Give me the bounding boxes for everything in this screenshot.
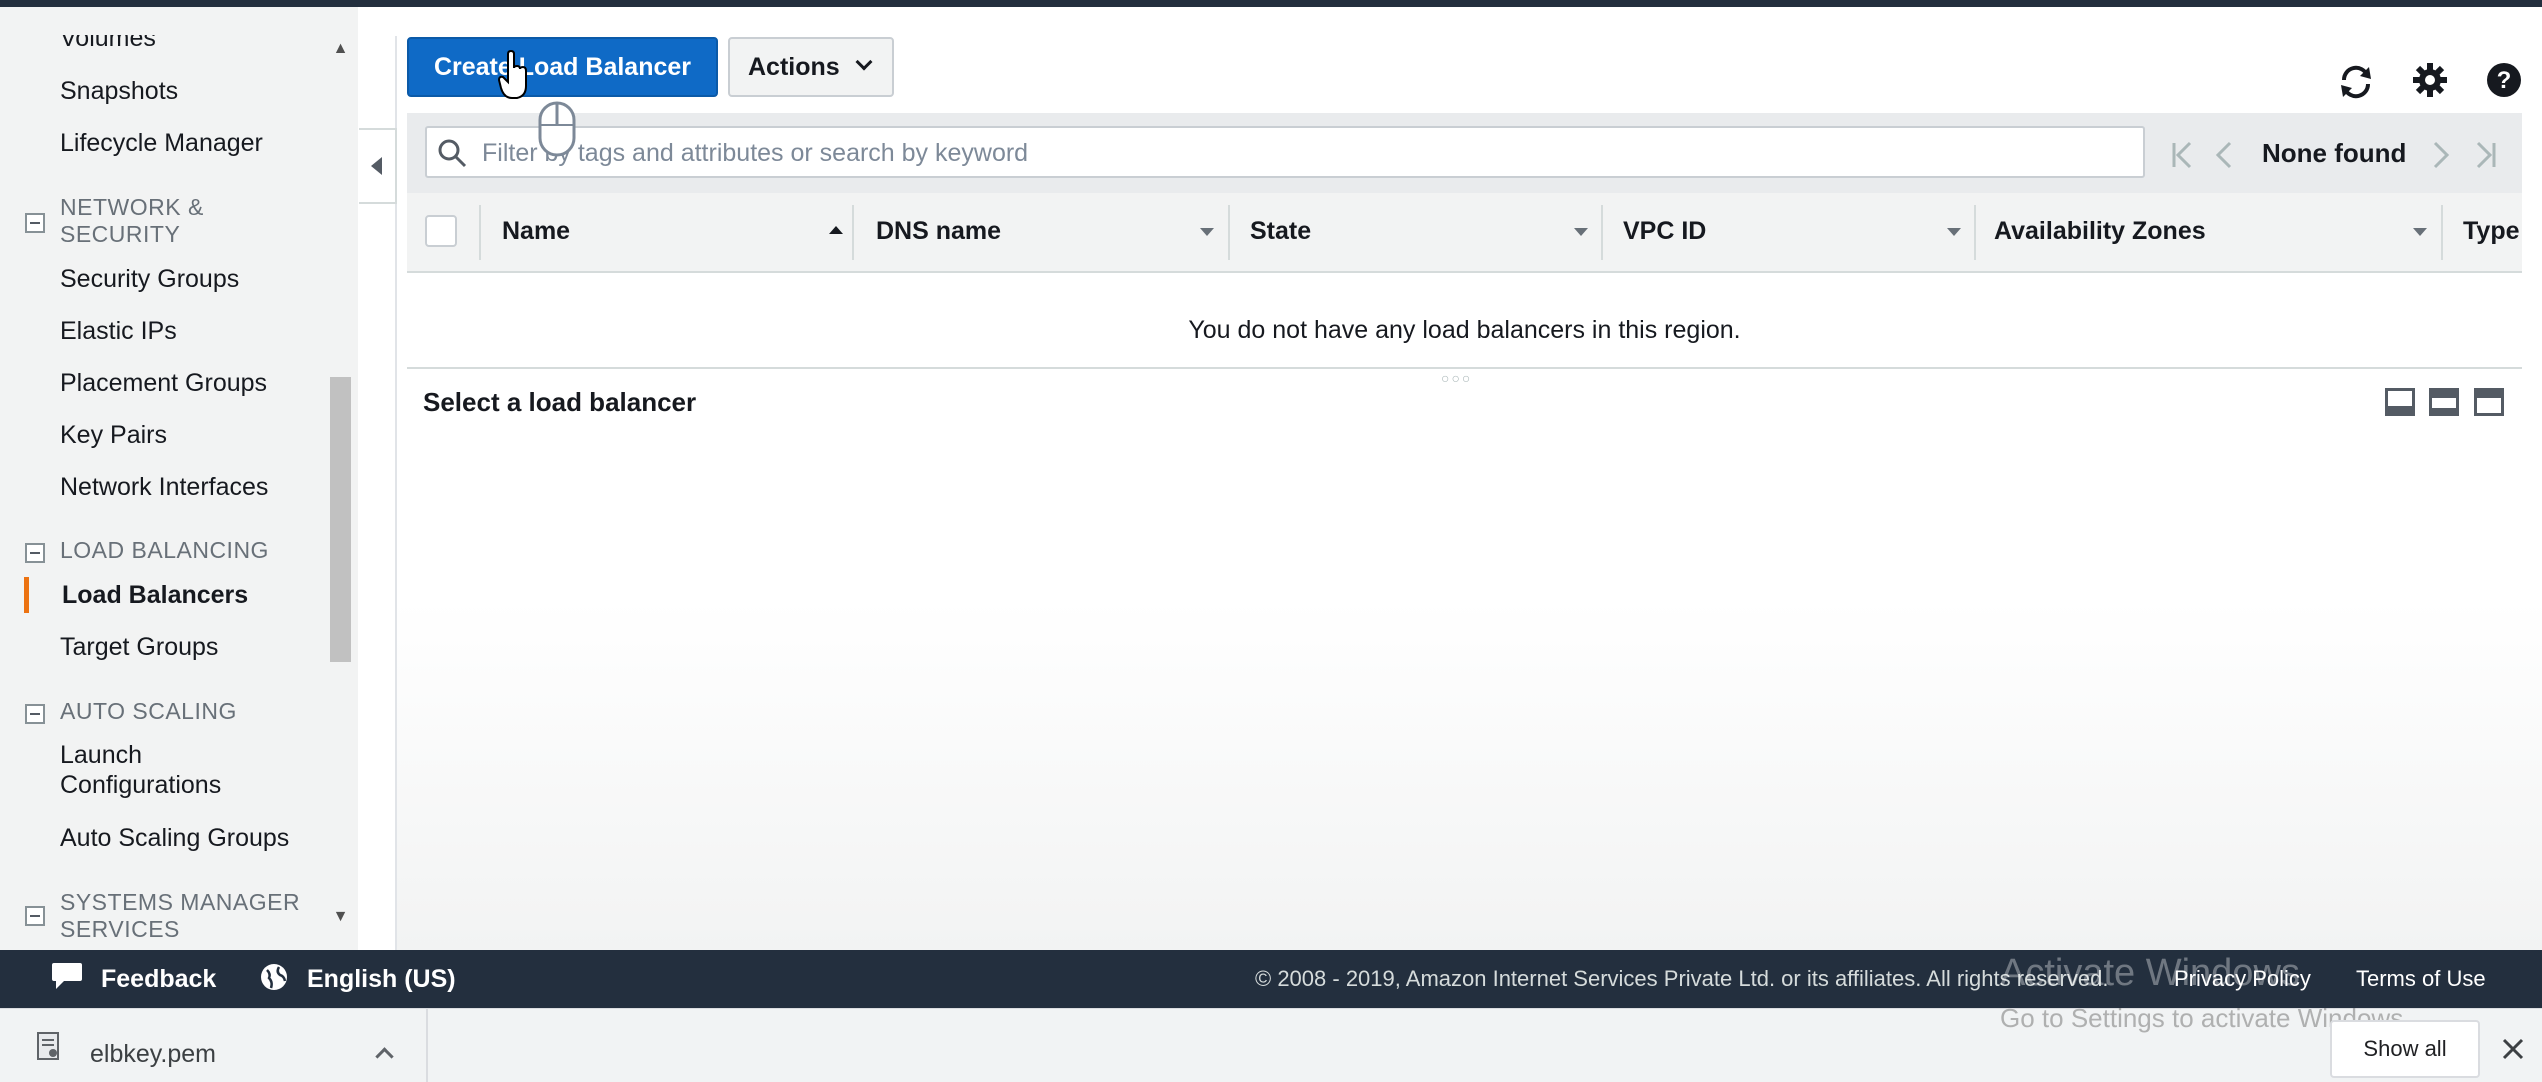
- section-label-line1: NETWORK &: [60, 194, 204, 220]
- sidebar-nav: Volumes Snapshots Lifecycle Manager NETW…: [0, 7, 358, 950]
- sort-menu-icon[interactable]: [1200, 228, 1214, 236]
- top-edge-bar: [0, 0, 2542, 7]
- column-separator: [1974, 205, 1976, 260]
- resize-grip-icon[interactable]: ○○○: [1441, 370, 1472, 386]
- search-box[interactable]: [425, 126, 2145, 178]
- section-network-security: NETWORK & SECURITY: [60, 194, 204, 248]
- gear-icon[interactable]: [2410, 60, 2450, 100]
- privacy-policy-link[interactable]: Privacy Policy: [2174, 966, 2311, 992]
- terms-of-use-link[interactable]: Terms of Use: [2356, 966, 2486, 992]
- sidebar-item-snapshots[interactable]: Snapshots: [60, 76, 178, 106]
- svg-text:?: ?: [2497, 67, 2512, 94]
- collapse-auto-scaling-icon[interactable]: [25, 704, 45, 724]
- pager-status: None found: [2262, 138, 2407, 168]
- previous-page-icon[interactable]: [2214, 140, 2234, 170]
- column-header-vpc-id[interactable]: VPC ID: [1623, 217, 1706, 246]
- empty-table-message: You do not have any load balancers in th…: [1188, 316, 1741, 344]
- sidebar-item-lifecycle-manager[interactable]: Lifecycle Manager: [60, 128, 263, 158]
- column-separator: [1228, 205, 1230, 260]
- collapse-load-balancing-icon[interactable]: [25, 543, 45, 563]
- section-label-line1: SYSTEMS MANAGER: [60, 889, 301, 915]
- column-separator: [479, 205, 481, 260]
- chevron-left-icon: [371, 157, 382, 175]
- refresh-icon[interactable]: [2336, 62, 2376, 102]
- sidebar-item-launch-configurations[interactable]: Launch Configurations: [60, 740, 221, 800]
- sidebar-item-volumes[interactable]: Volumes: [60, 35, 156, 53]
- column-header-state[interactable]: State: [1250, 217, 1311, 246]
- section-load-balancing: LOAD BALANCING: [60, 537, 269, 563]
- launch-config-line1: Launch: [60, 741, 143, 769]
- column-header-type[interactable]: Type: [2463, 217, 2520, 246]
- search-icon: [438, 139, 467, 168]
- section-label-line2: SECURITY: [60, 221, 181, 247]
- next-page-icon[interactable]: [2431, 140, 2451, 170]
- language-selector[interactable]: English (US): [307, 965, 456, 994]
- help-icon[interactable]: ?: [2484, 60, 2524, 100]
- actions-dropdown-button[interactable]: Actions: [728, 37, 894, 97]
- section-label-line2: SERVICES: [60, 916, 180, 942]
- select-all-checkbox[interactable]: [425, 215, 457, 247]
- sidebar-item-network-interfaces[interactable]: Network Interfaces: [60, 472, 268, 502]
- create-load-balancer-button[interactable]: Create Load Balancer: [407, 37, 718, 97]
- sort-menu-icon[interactable]: [2413, 228, 2427, 236]
- last-page-icon[interactable]: [2474, 140, 2498, 170]
- globe-icon: [261, 964, 287, 990]
- copyright-text: © 2008 - 2019, Amazon Internet Services …: [1255, 966, 2109, 991]
- pane-bottom-icon[interactable]: [2385, 388, 2415, 416]
- sidebar-item-load-balancers[interactable]: Load Balancers: [62, 580, 248, 610]
- feedback-link[interactable]: Feedback: [101, 965, 216, 994]
- column-separator: [1601, 205, 1603, 260]
- first-page-icon[interactable]: [2170, 140, 2194, 170]
- sidebar-item-placement-groups[interactable]: Placement Groups: [60, 368, 267, 398]
- collapse-systems-manager-icon[interactable]: [25, 906, 45, 926]
- section-systems-manager: SYSTEMS MANAGER SERVICES: [60, 889, 300, 943]
- chevron-down-icon: [855, 53, 873, 71]
- close-icon[interactable]: [2500, 1036, 2526, 1062]
- column-header-availability-zones[interactable]: Availability Zones: [1994, 217, 2206, 246]
- sort-menu-icon[interactable]: [1947, 228, 1961, 236]
- sidebar-collapse-button[interactable]: [359, 128, 397, 204]
- detail-pane-title: Select a load balancer: [423, 387, 697, 417]
- search-input[interactable]: [482, 136, 2132, 170]
- sidebar-scroll-thumb[interactable]: [330, 377, 351, 662]
- pane-top-icon[interactable]: [2474, 388, 2504, 416]
- column-separator: [2441, 205, 2443, 260]
- sidebar-item-auto-scaling-groups[interactable]: Auto Scaling Groups: [60, 823, 289, 853]
- collapse-network-security-icon[interactable]: [25, 213, 45, 233]
- scroll-up-icon[interactable]: ▲: [330, 37, 351, 61]
- active-item-indicator: [24, 577, 29, 613]
- actions-label: Actions: [748, 53, 840, 81]
- sidebar-item-target-groups[interactable]: Target Groups: [60, 632, 218, 662]
- scroll-down-icon[interactable]: ▼: [330, 905, 351, 929]
- launch-config-line2: Configurations: [60, 771, 222, 799]
- pane-split-icon[interactable]: [2429, 388, 2459, 416]
- download-file-name: elbkey.pem: [90, 1040, 216, 1068]
- column-separator: [852, 205, 854, 260]
- pane-divider[interactable]: [407, 367, 2522, 369]
- certificate-file-icon: [37, 1032, 59, 1060]
- sidebar-item-security-groups[interactable]: Security Groups: [60, 264, 239, 294]
- show-all-downloads-button[interactable]: Show all: [2330, 1020, 2480, 1078]
- feedback-icon: [52, 963, 82, 989]
- column-header-dns-name[interactable]: DNS name: [876, 217, 1001, 246]
- sidebar-item-key-pairs[interactable]: Key Pairs: [60, 420, 167, 450]
- column-header-name[interactable]: Name: [502, 217, 570, 246]
- content-background: [397, 600, 2542, 950]
- section-auto-scaling: AUTO SCALING: [60, 698, 237, 724]
- sort-menu-icon[interactable]: [1574, 228, 1588, 236]
- sort-ascending-icon[interactable]: [829, 226, 843, 234]
